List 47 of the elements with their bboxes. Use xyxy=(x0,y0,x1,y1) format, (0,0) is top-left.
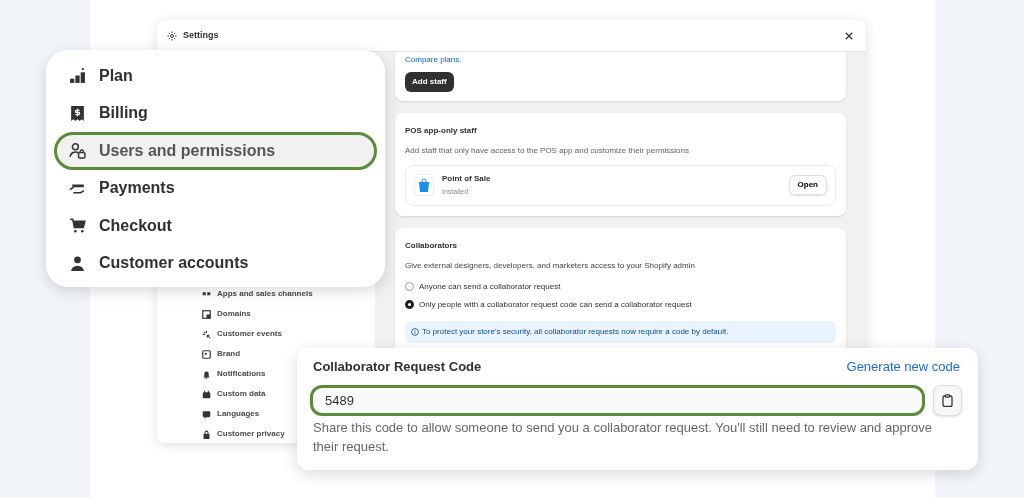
window-title: Settings xyxy=(183,28,219,42)
sidebar-item[interactable]: Notifications xyxy=(202,367,266,382)
menu-item[interactable]: Plan xyxy=(54,57,377,95)
settings-icon xyxy=(167,30,177,41)
receipt-icon xyxy=(69,104,86,122)
calendar-icon xyxy=(202,389,211,399)
radio-option[interactable]: Only people with a collaborator request code can send a collaborator request xyxy=(405,298,692,311)
add-staff-button[interactable]: Add staff xyxy=(405,72,454,92)
user-lock-icon xyxy=(69,142,86,160)
compare-plans-link[interactable]: Compare plans. xyxy=(405,54,462,66)
info-message: To protect your store's security, all collaborator requests now require a code by default. xyxy=(422,325,729,338)
sidebar-item[interactable]: Customer events xyxy=(202,327,282,342)
sidebar-item[interactable]: Languages xyxy=(202,407,260,422)
radio-button[interactable] xyxy=(405,282,414,291)
menu-item[interactable]: Users and permissions xyxy=(54,132,377,170)
chat-icon xyxy=(202,409,211,419)
menu-item[interactable]: Billing xyxy=(54,94,377,132)
menu-item[interactable]: Customer accounts xyxy=(54,244,377,282)
menu-item[interactable]: Payments xyxy=(54,169,377,207)
cart-icon xyxy=(69,217,86,235)
copy-button[interactable] xyxy=(933,384,962,416)
menu-item[interactable]: Checkout xyxy=(54,207,377,245)
sidebar-item[interactable]: Customer privacy xyxy=(202,427,285,442)
shopping-bag-icon xyxy=(414,174,434,197)
bell-icon xyxy=(202,369,211,379)
person-icon xyxy=(69,254,86,272)
radio-option[interactable]: Anyone can send a collaborator request xyxy=(405,280,561,293)
bar-steps-icon xyxy=(69,67,86,85)
card-description: Add staff that only have access to the POS app and customize their permissions xyxy=(405,145,690,157)
info-icon xyxy=(411,327,419,336)
open-button[interactable]: Open xyxy=(788,175,827,196)
lock-icon xyxy=(202,429,211,439)
app-name: Point of Sale xyxy=(442,173,491,185)
card-title: POS app-only staff xyxy=(405,125,478,137)
window-icon xyxy=(202,309,211,319)
sidebar-item[interactable]: Brand xyxy=(202,347,241,362)
card-description: Give external designers, developers, and marketers access to your Shopify admin xyxy=(405,259,696,272)
card-title: Collaborators xyxy=(405,239,458,252)
code-field[interactable]: 5489 xyxy=(310,384,926,416)
radio-button[interactable] xyxy=(405,300,414,309)
sidebar-item[interactable]: Apps and sales channels xyxy=(202,287,313,302)
sidebar-item[interactable]: Custom data xyxy=(202,387,266,402)
help-text: Share this code to allow someone to send you a collaborator request. You'll still need to review and approve their request. xyxy=(313,418,933,456)
sidebar-item[interactable]: Domains xyxy=(202,307,251,322)
generate-code-link[interactable]: Generate new code xyxy=(846,357,960,377)
clipboard-icon xyxy=(942,393,954,407)
panel-title: Collaborator Request Code xyxy=(313,358,482,376)
